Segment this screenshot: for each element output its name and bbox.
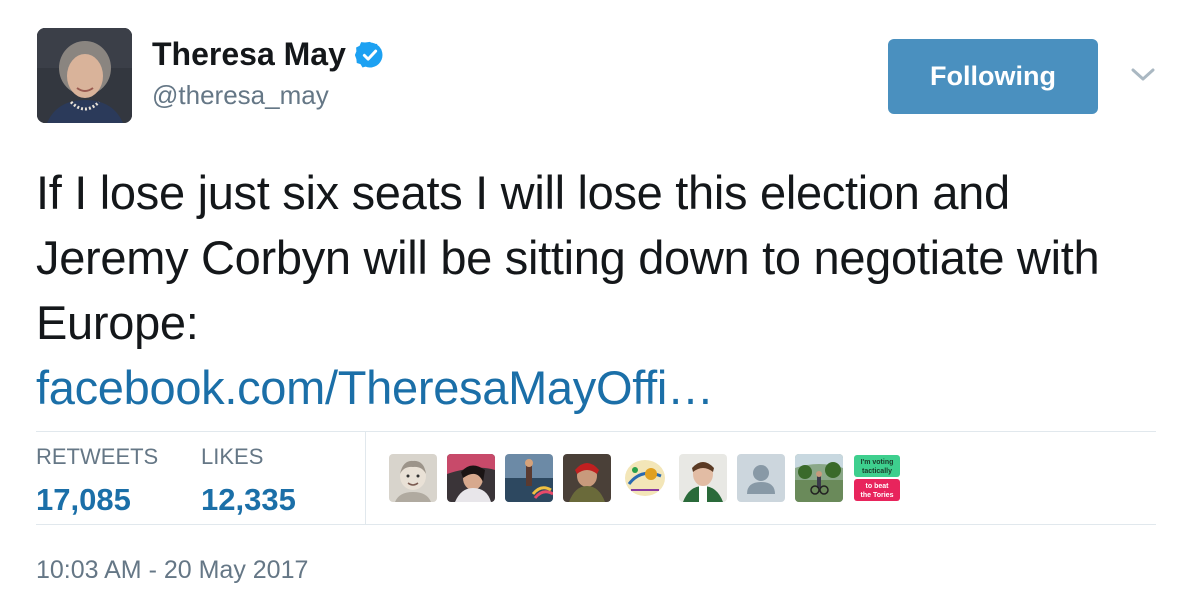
liker-avatar-2[interactable] [447, 454, 495, 502]
author-name[interactable]: Theresa May [152, 36, 385, 73]
retweets-label: RETWEETS [36, 444, 159, 469]
author-avatar[interactable] [37, 28, 132, 123]
author-handle[interactable]: @theresa_may [152, 80, 329, 111]
divider-top [36, 431, 1156, 432]
divider-bottom [36, 524, 1156, 525]
verified-badge-icon [354, 41, 383, 67]
tweet-link[interactable]: facebook.com/TheresaMayOffi… [36, 355, 1166, 420]
liker-avatar-9-line2: tactically [862, 468, 892, 475]
liker-avatar-6[interactable] [679, 454, 727, 502]
liker-avatars: I'm voting tactically to beat the Tories [389, 454, 911, 502]
liker-avatar-9-line1: I'm voting [861, 459, 894, 466]
likes-stat[interactable]: LIKES 12,335 [201, 444, 296, 518]
following-button[interactable]: Following [888, 39, 1098, 114]
retweets-count[interactable]: 17,085 [36, 482, 158, 518]
liker-avatar-9[interactable]: I'm voting tactically to beat the Tories [853, 454, 901, 502]
tweet-text: If I lose just six seats I will lose thi… [36, 166, 1100, 349]
liker-avatar-9-line4: the Tories [861, 492, 894, 499]
likes-label: LIKES [201, 444, 264, 469]
liker-avatar-5[interactable] [621, 454, 669, 502]
likes-count[interactable]: 12,335 [201, 482, 296, 518]
liker-avatar-7-default[interactable] [737, 454, 785, 502]
tweet-timestamp[interactable]: 10:03 AM - 20 May 2017 [36, 556, 308, 585]
liker-avatar-3[interactable] [505, 454, 553, 502]
stats-separator [365, 432, 366, 524]
author-name-text[interactable]: Theresa May [152, 36, 346, 73]
retweets-stat[interactable]: RETWEETS 17,085 [36, 444, 158, 518]
liker-avatar-1[interactable] [389, 454, 437, 502]
tweet-body: If I lose just six seats I will lose thi… [36, 160, 1166, 420]
chevron-down-icon[interactable] [1130, 66, 1156, 84]
liker-avatar-4[interactable] [563, 454, 611, 502]
liker-avatar-8[interactable] [795, 454, 843, 502]
liker-avatar-9-line3: to beat [866, 483, 890, 490]
